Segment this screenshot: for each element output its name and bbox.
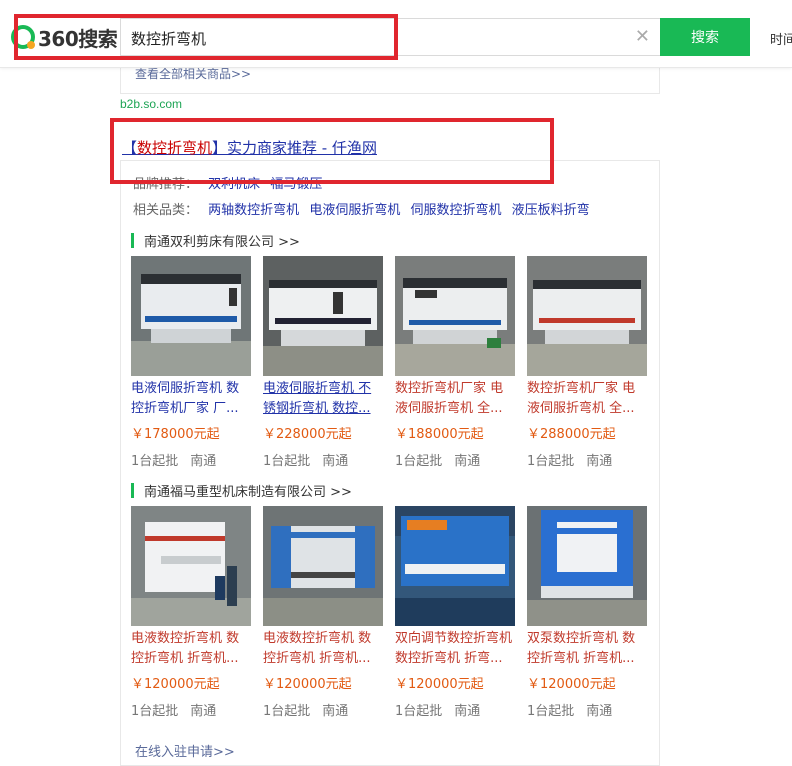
shop-bar-marker [131, 232, 134, 248]
product-city: 南通 [454, 454, 481, 469]
product-image[interactable] [395, 506, 515, 626]
product-moq: 1台起批 [263, 454, 311, 469]
product-price: ￥120000元起 [527, 677, 616, 692]
search-input[interactable]: 数控折弯机 ✕ [120, 18, 660, 56]
title-keyword: 数控折弯机 [137, 139, 213, 157]
clear-icon[interactable]: ✕ [635, 26, 650, 47]
product-moq: 1台起批 [263, 704, 311, 719]
related-link[interactable]: 电液伺服折弯机 [309, 203, 400, 217]
product-moq: 1台起批 [395, 704, 443, 719]
product-meta: 1台起批 南通 [527, 700, 647, 719]
source-url[interactable]: b2b.so.com [120, 97, 182, 111]
product-card[interactable]: 电液伺服折弯机 不锈钢折弯机 数控... ￥228000元起 1台起批 南通 [263, 256, 383, 469]
product-price: ￥288000元起 [527, 427, 616, 442]
product-title[interactable]: 双向调节数控折弯机 数控折弯机 折弯... [395, 629, 515, 669]
product-title[interactable]: 电液数控折弯机 数控折弯机 折弯机... [131, 629, 251, 669]
product-city: 南通 [322, 454, 349, 469]
product-meta: 1台起批 南通 [131, 450, 251, 469]
product-card[interactable]: 电液数控折弯机 数控折弯机 折弯机... ￥120000元起 1台起批 南通 [263, 506, 383, 719]
product-price: ￥228000元起 [263, 427, 352, 442]
product-moq: 1台起批 [527, 454, 575, 469]
product-moq: 1台起批 [131, 454, 179, 469]
product-meta: 1台起批 南通 [131, 700, 251, 719]
related-link[interactable]: 液压板料折弯机 [512, 203, 590, 217]
product-meta: 1台起批 南通 [395, 700, 515, 719]
product-city: 南通 [586, 454, 613, 469]
related-link[interactable]: 两轴数控折弯机 [208, 203, 299, 217]
brand-label: 品牌推荐： [133, 177, 199, 192]
brand-link[interactable]: 福马锻压 [270, 177, 322, 192]
product-card[interactable]: 电液伺服折弯机 数控折弯机厂家 厂... ￥178000元起 1台起批 南通 [131, 256, 251, 469]
product-card[interactable]: 双向调节数控折弯机 数控折弯机 折弯... ￥120000元起 1台起批 南通 [395, 506, 515, 719]
product-price: ￥120000元起 [395, 677, 484, 692]
product-image[interactable] [527, 256, 647, 376]
product-city: 南通 [190, 454, 217, 469]
result-title-link[interactable]: 【数控折弯机】实力商家推荐 - 仟渔网 [122, 137, 377, 158]
title-bracket: 【 [122, 139, 138, 157]
product-title[interactable]: 双泵数控折弯机 数控折弯机 折弯机... [527, 629, 647, 669]
product-image[interactable] [131, 506, 251, 626]
product-title[interactable]: 数控折弯机厂家 电液伺服折弯机 全... [395, 379, 515, 419]
product-image[interactable] [263, 256, 383, 376]
site-logo[interactable]: 360搜索 [10, 22, 118, 52]
product-image[interactable] [131, 256, 251, 376]
product-meta: 1台起批 南通 [395, 450, 515, 469]
product-title[interactable]: 数控折弯机厂家 电液伺服折弯机 全... [527, 379, 647, 419]
product-card[interactable]: 双泵数控折弯机 数控折弯机 折弯机... ￥120000元起 1台起批 南通 [527, 506, 647, 719]
join-application-link[interactable]: 在线入驻申请>> [135, 741, 235, 760]
search-button[interactable]: 搜索 [660, 18, 750, 56]
related-label: 相关品类： [133, 203, 199, 217]
shop-name: 南通福马重型机床制造有限公司 >> [144, 484, 352, 500]
product-price: ￥188000元起 [395, 427, 484, 442]
product-city: 南通 [454, 704, 481, 719]
shop-bar-marker [131, 482, 134, 498]
search-header: 360搜索 数控折弯机 ✕ 搜索 时间 [0, 0, 792, 68]
shop-heading[interactable]: 南通福马重型机床制造有限公司 >> [131, 482, 352, 500]
logo-text: 360搜索 [38, 26, 118, 51]
product-moq: 1台起批 [527, 704, 575, 719]
brand-row: 品牌推荐： 双利机床 福马锻压 [133, 173, 322, 192]
product-city: 南通 [190, 704, 217, 719]
product-card[interactable]: 数控折弯机厂家 电液伺服折弯机 全... ￥288000元起 1台起批 南通 [527, 256, 647, 469]
product-moq: 1台起批 [131, 704, 179, 719]
logo-icon [10, 24, 36, 50]
product-moq: 1台起批 [395, 454, 443, 469]
product-price: ￥120000元起 [263, 677, 352, 692]
shop-name: 南通双利剪床有限公司 >> [144, 234, 300, 250]
shop-heading[interactable]: 南通双利剪床有限公司 >> [131, 232, 300, 250]
product-title[interactable]: 电液数控折弯机 数控折弯机 折弯机... [263, 629, 383, 669]
search-query: 数控折弯机 [131, 30, 207, 48]
related-link[interactable]: 伺服数控折弯机 [410, 203, 501, 217]
brand-link[interactable]: 双利机床 [208, 177, 260, 192]
time-filter-link[interactable]: 时间 [770, 29, 792, 48]
product-meta: 1台起批 南通 [527, 450, 647, 469]
product-city: 南通 [322, 704, 349, 719]
product-title[interactable]: 电液伺服折弯机 不锈钢折弯机 数控... [263, 379, 383, 419]
product-title[interactable]: 电液伺服折弯机 数控折弯机厂家 厂... [131, 379, 251, 419]
related-categories: 相关品类： 两轴数控折弯机 电液伺服折弯机 伺服数控折弯机 液压板料折弯机 [133, 199, 590, 217]
product-price: ￥120000元起 [131, 677, 220, 692]
title-rest: 】实力商家推荐 - 仟渔网 [212, 139, 377, 157]
product-image[interactable] [263, 506, 383, 626]
product-meta: 1台起批 南通 [263, 450, 383, 469]
product-city: 南通 [586, 704, 613, 719]
product-card[interactable]: 数控折弯机厂家 电液伺服折弯机 全... ￥188000元起 1台起批 南通 [395, 256, 515, 469]
product-price: ￥178000元起 [131, 427, 220, 442]
product-meta: 1台起批 南通 [263, 700, 383, 719]
product-image[interactable] [395, 256, 515, 376]
product-card[interactable]: 电液数控折弯机 数控折弯机 折弯机... ￥120000元起 1台起批 南通 [131, 506, 251, 719]
product-image[interactable] [527, 506, 647, 626]
